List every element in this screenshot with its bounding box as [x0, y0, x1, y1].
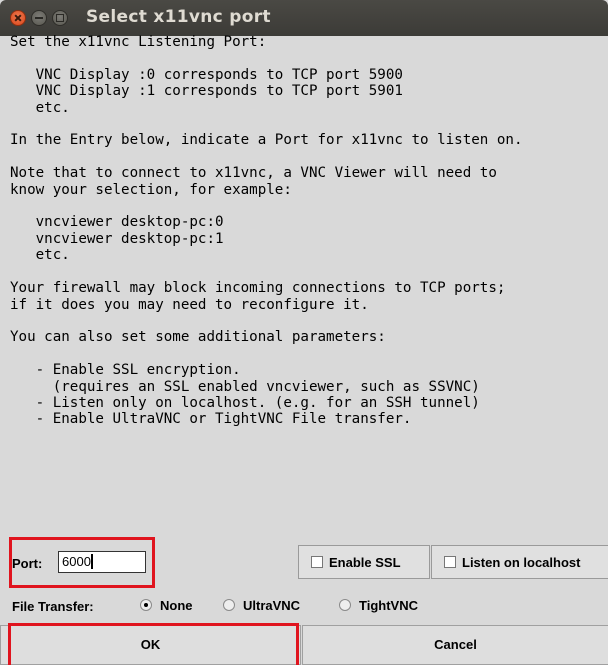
- message-line: know your selection, for example:: [10, 181, 292, 198]
- checkbox-icon: [444, 556, 456, 568]
- enable-ssl-checkbox[interactable]: Enable SSL: [298, 545, 430, 579]
- checkbox-icon: [311, 556, 323, 568]
- message-line: vncviewer desktop-pc:0: [10, 214, 224, 231]
- port-input[interactable]: 6000: [58, 551, 146, 573]
- radio-tightvnc-label[interactable]: TightVNC: [359, 598, 418, 613]
- message-line: VNC Display :0 corresponds to TCP port 5…: [10, 66, 403, 83]
- close-icon[interactable]: [10, 10, 26, 26]
- file-transfer-row: File Transfer: None UltraVNC TightVNC: [0, 593, 608, 625]
- instructions-text: Set the x11vnc Listening Port: VNC Displ…: [10, 34, 608, 524]
- radio-ultravnc[interactable]: [223, 599, 235, 611]
- cancel-button[interactable]: Cancel: [302, 625, 608, 665]
- message-line: Note that to connect to x11vnc, a VNC Vi…: [10, 165, 497, 182]
- message-line: if it does you may need to reconfigure i…: [10, 296, 369, 313]
- message-line: vncviewer desktop-pc:1: [10, 230, 224, 247]
- minimize-icon[interactable]: [31, 10, 47, 26]
- message-line: Your firewall may block incoming connect…: [10, 280, 506, 297]
- dialog-window: Select x11vnc port Set the x11vnc Listen…: [0, 0, 608, 665]
- ok-button[interactable]: OK: [0, 625, 301, 665]
- window-title: Select x11vnc port: [86, 7, 271, 27]
- message-line: In the Entry below, indicate a Port for …: [10, 132, 523, 149]
- listen-localhost-checkbox[interactable]: Listen on localhost: [431, 545, 608, 579]
- radio-tightvnc[interactable]: [339, 599, 351, 611]
- title-bar: Select x11vnc port: [0, 0, 608, 36]
- message-line: VNC Display :1 corresponds to TCP port 5…: [10, 83, 403, 100]
- message-line: etc.: [10, 99, 70, 116]
- message-line: Set the x11vnc Listening Port:: [10, 34, 267, 50]
- message-line: - Listen only on localhost. (e.g. for an…: [10, 394, 480, 411]
- message-line: You can also set some additional paramet…: [10, 329, 386, 346]
- file-transfer-label: File Transfer:: [12, 599, 94, 614]
- text-cursor: [90, 554, 93, 569]
- radio-none[interactable]: [140, 599, 152, 611]
- radio-ultravnc-label[interactable]: UltraVNC: [243, 598, 300, 613]
- message-line: - Enable UltraVNC or TightVNC File trans…: [10, 411, 412, 428]
- message-line: etc.: [10, 247, 70, 264]
- port-label: Port:: [12, 556, 43, 571]
- port-value: 6000: [62, 554, 91, 569]
- listen-localhost-label: Listen on localhost: [462, 555, 581, 570]
- maximize-icon[interactable]: [52, 10, 68, 26]
- radio-none-label[interactable]: None: [160, 598, 193, 613]
- enable-ssl-label: Enable SSL: [329, 555, 401, 570]
- message-line: - Enable SSL encryption.: [10, 362, 241, 379]
- message-line: (requires an SSL enabled vncviewer, such…: [10, 378, 480, 395]
